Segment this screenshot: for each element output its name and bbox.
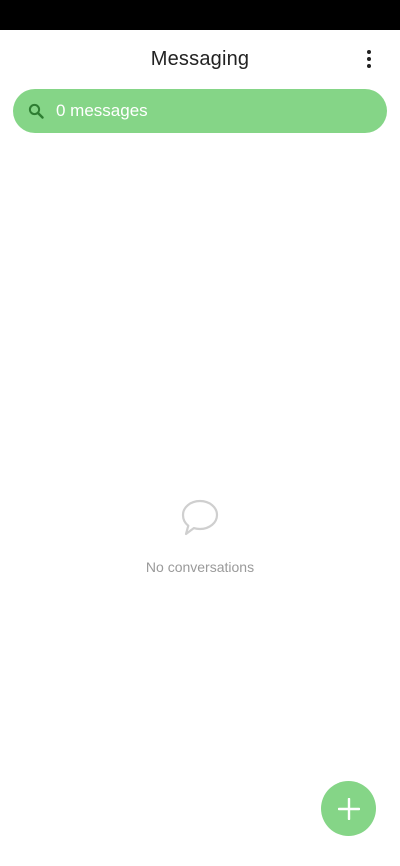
new-conversation-button[interactable] (321, 781, 376, 836)
empty-state-text: No conversations (145, 559, 255, 575)
messaging-screen: Messaging 0 messages No conversations (0, 0, 400, 866)
plus-icon (337, 797, 360, 820)
search-icon (28, 103, 44, 119)
status-bar (0, 0, 400, 30)
more-options-button[interactable] (358, 44, 380, 74)
search-bar[interactable]: 0 messages (13, 89, 387, 133)
page-title: Messaging (150, 48, 250, 70)
empty-state: No conversations (0, 498, 400, 575)
message-count-label: 0 messages (56, 101, 148, 120)
more-vert-icon (367, 50, 371, 68)
app-header: Messaging (0, 30, 400, 88)
chat-bubble-icon (180, 498, 220, 540)
